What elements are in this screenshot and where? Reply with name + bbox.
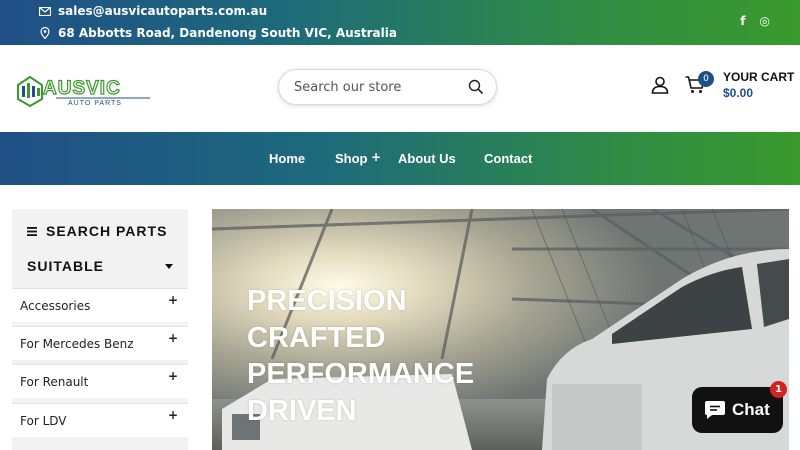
hero-line: DRIVEN [247, 394, 357, 427]
cart-summary[interactable]: YOUR CART $0.00 [723, 69, 794, 101]
instagram-icon[interactable]: ◎ [760, 14, 770, 28]
sidebar-item-renault[interactable]: For Renault + [12, 364, 188, 398]
search-input[interactable] [294, 79, 468, 95]
address-contact: 68 Abbotts Road, Dandenong South VIC, Au… [38, 26, 397, 40]
map-pin-icon [38, 27, 52, 39]
sidebar-item-ldv[interactable]: For LDV + [12, 403, 188, 437]
sidebar-item-mercedes-benz[interactable]: For Mercedes Benz + [12, 326, 188, 360]
logo-brand-text: AUSVIC [43, 78, 121, 99]
expand-icon[interactable]: + [168, 331, 178, 345]
hero-line: PERFORMANCE [247, 358, 475, 390]
search-icon[interactable] [468, 79, 484, 95]
hero-line: CRAFTED [247, 321, 386, 354]
site-logo[interactable]: AUSVIC AUTO PARTS [16, 73, 152, 108]
nav-item-contact[interactable]: Contact [484, 151, 532, 166]
facebook-icon[interactable]: f [740, 14, 745, 28]
mail-icon [38, 6, 52, 16]
expand-icon[interactable]: + [168, 293, 178, 307]
sidebar-item-label: For Mercedes Benz [20, 337, 134, 351]
caret-down-icon[interactable] [165, 264, 173, 269]
sidebar-title-text: SEARCH PARTS [46, 223, 168, 239]
sidebar-item-label: Accessories [20, 299, 91, 313]
shop-expand-icon[interactable]: + [371, 150, 381, 164]
hero-headline: PRECISION CRAFTED PERFORMANCE DRIVEN [247, 283, 474, 429]
expand-icon[interactable]: + [168, 408, 178, 422]
nav-item-about[interactable]: About Us [398, 151, 456, 166]
sidebar-subtitle[interactable]: SUITABLE [27, 258, 104, 274]
site-header: AUSVIC AUTO PARTS 0 YOUR CART $0.00 [0, 45, 800, 132]
logo-mark [17, 75, 43, 108]
user-icon[interactable] [651, 76, 669, 94]
chat-bubble-icon [704, 400, 726, 420]
social-links: f ◎ [740, 14, 770, 28]
hero-line: PRECISION [247, 285, 407, 317]
nav-item-home[interactable]: Home [269, 151, 305, 166]
main-nav: Home Shop + About Us Contact [0, 132, 800, 185]
store-search [278, 69, 497, 105]
nav-item-shop[interactable]: Shop [335, 151, 368, 166]
expand-icon[interactable]: + [168, 369, 178, 383]
sidebar-title: SEARCH PARTS [27, 223, 167, 239]
sidebar-item-label: For Renault [20, 375, 89, 389]
logo-tagline-text: AUTO PARTS [68, 100, 122, 107]
cart-count-badge: 0 [698, 71, 714, 87]
cart-total: $0.00 [723, 86, 754, 100]
top-contact-bar: sales@ausvicautoparts.com.au 68 Abbotts … [0, 0, 800, 45]
chat-label: Chat [732, 400, 770, 419]
email-contact[interactable]: sales@ausvicautoparts.com.au [38, 4, 267, 18]
sidebar-item-label: For LDV [20, 414, 67, 428]
chat-button[interactable]: Chat [692, 387, 783, 433]
sidebar-item-accessories[interactable]: Accessories + [12, 288, 188, 322]
parts-sidebar: SEARCH PARTS SUITABLE Accessories + For … [12, 209, 188, 450]
cart-label-text: YOUR CART [723, 70, 795, 84]
menu-icon [27, 223, 37, 239]
chat-unread-badge: 1 [770, 381, 787, 398]
email-text[interactable]: sales@ausvicautoparts.com.au [58, 4, 267, 18]
address-text: 68 Abbotts Road, Dandenong South VIC, Au… [58, 26, 397, 40]
